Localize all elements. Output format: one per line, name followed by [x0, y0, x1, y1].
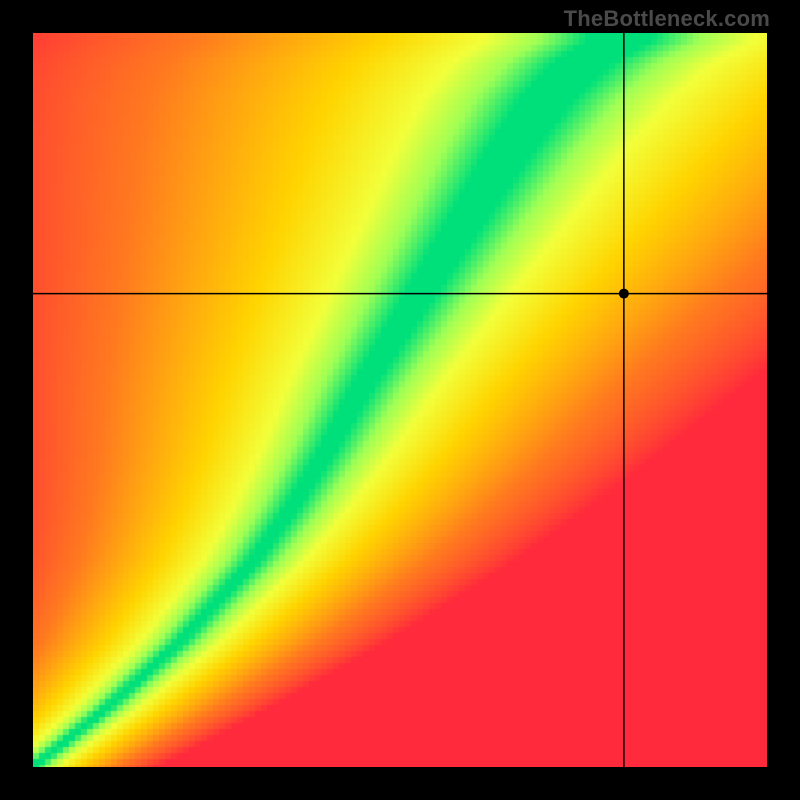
heatmap-plot — [33, 33, 767, 767]
heatmap-canvas — [33, 33, 767, 767]
chart-frame: TheBottleneck.com — [0, 0, 800, 800]
watermark-text: TheBottleneck.com — [564, 6, 770, 32]
